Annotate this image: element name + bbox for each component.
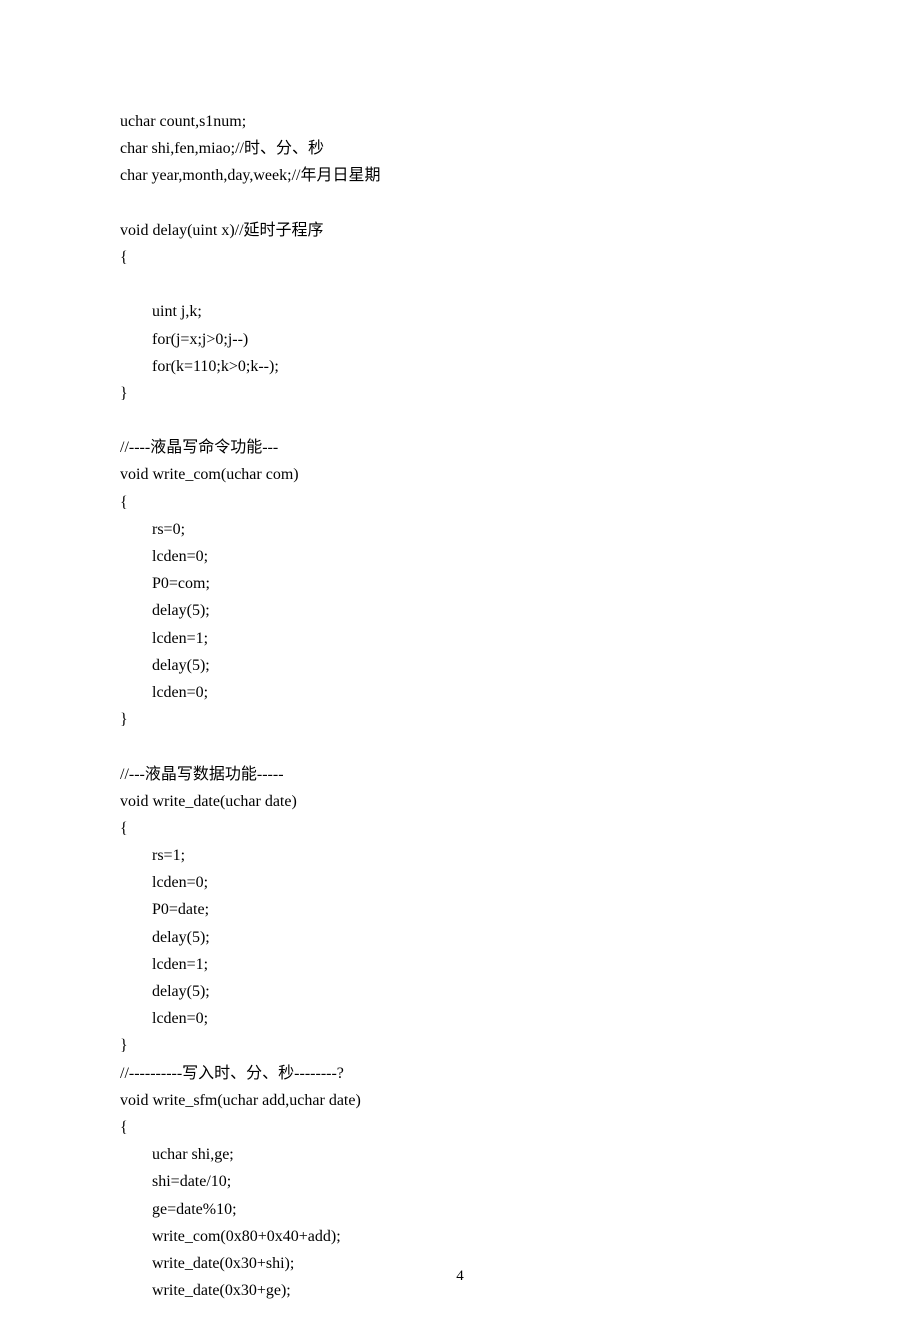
document-page: uchar count,s1num; char shi,fen,miao;//时… [0,0,920,1344]
code-block: uchar count,s1num; char shi,fen,miao;//时… [120,108,800,1304]
page-number: 4 [0,1264,920,1290]
